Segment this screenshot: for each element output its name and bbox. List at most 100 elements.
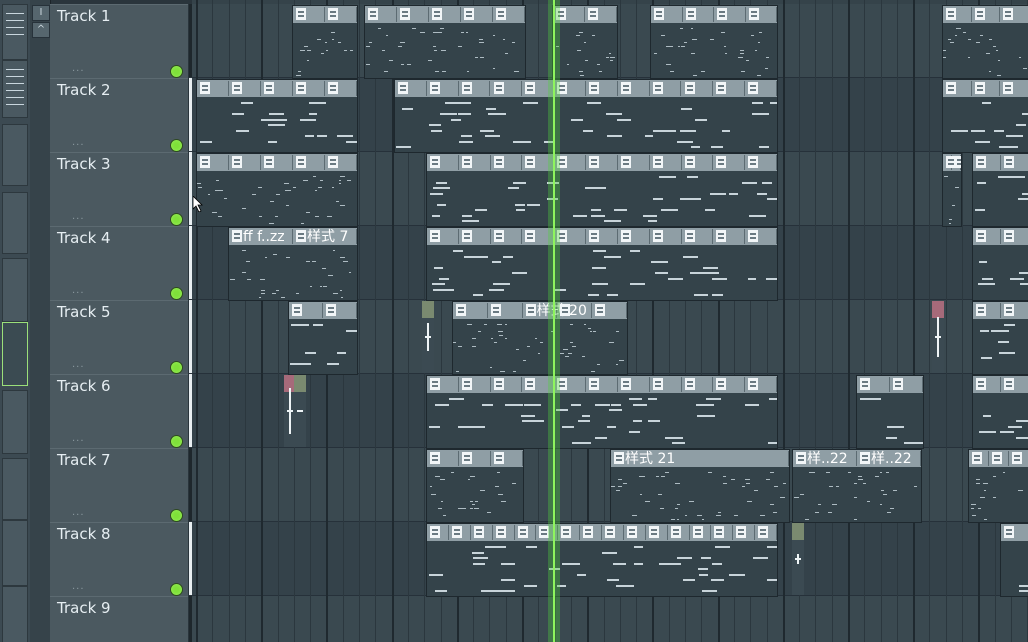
clip-segment[interactable] (459, 81, 491, 96)
track-header[interactable]: Track 5... (50, 300, 188, 375)
audio-clip[interactable] (422, 301, 434, 373)
pattern-clip[interactable] (856, 375, 924, 449)
clip-segment[interactable] (713, 155, 746, 170)
clip-header[interactable] (427, 228, 777, 245)
clip-segment[interactable] (325, 7, 357, 22)
pattern-clip[interactable] (288, 301, 358, 375)
clip-segment[interactable] (427, 525, 449, 540)
clip-segment[interactable] (1001, 525, 1028, 540)
track-header[interactable]: Track 7... (50, 448, 188, 523)
pattern-thumbnail[interactable] (2, 586, 28, 642)
clip-segment[interactable] (289, 303, 323, 318)
clip-segment[interactable] (745, 155, 777, 170)
clip-segment[interactable] (972, 81, 1001, 96)
clip-segment[interactable] (973, 377, 1001, 392)
track-header[interactable]: Track 6... (50, 374, 188, 449)
clip-segment[interactable] (618, 155, 650, 170)
pattern-clip[interactable] (394, 79, 778, 153)
pattern-clip[interactable]: 样式 21 (610, 449, 790, 523)
pattern-clip[interactable] (972, 227, 1028, 301)
track-header[interactable]: Track 9... (50, 596, 188, 642)
clip-segment[interactable] (261, 81, 293, 96)
pattern-clip[interactable] (552, 5, 618, 79)
clip-segment[interactable] (293, 7, 325, 22)
pattern-clip[interactable] (650, 5, 778, 79)
clip-segment[interactable] (585, 7, 617, 22)
clip-segment[interactable] (293, 81, 325, 96)
clip-header[interactable] (973, 302, 1028, 319)
clip-segment[interactable] (682, 155, 714, 170)
clip-header[interactable] (973, 154, 1028, 171)
clip-segment[interactable] (714, 7, 746, 22)
clip-segment[interactable] (427, 451, 459, 466)
clip-header[interactable] (1001, 524, 1028, 541)
clip-header[interactable] (857, 376, 923, 393)
pattern-clip[interactable] (426, 227, 778, 301)
clip-header[interactable] (943, 80, 1028, 97)
track-header[interactable]: Track 3... (50, 152, 188, 227)
clip-segment[interactable] (973, 229, 1001, 244)
clip-segment[interactable] (491, 155, 523, 170)
audio-clip[interactable] (294, 375, 306, 447)
clip-segment[interactable] (586, 229, 618, 244)
pattern-clip[interactable]: 样式 20 (452, 301, 628, 375)
clip-segment[interactable] (261, 155, 293, 170)
clip-segment[interactable] (745, 81, 777, 96)
vertical-scrollbar[interactable]: I ^ (30, 0, 51, 642)
pattern-thumbnail[interactable] (2, 520, 28, 586)
clip-segment[interactable] (493, 525, 515, 540)
track-mute-led-icon[interactable] (170, 287, 183, 300)
clip-segment[interactable]: 样..22 (793, 451, 857, 467)
clip-segment[interactable] (618, 229, 650, 244)
audio-clip[interactable] (932, 301, 944, 373)
clip-segment[interactable] (197, 155, 229, 170)
clip-segment[interactable] (488, 303, 523, 318)
audio-clip[interactable] (792, 523, 804, 595)
pattern-clip[interactable] (942, 153, 962, 227)
clip-segment[interactable] (229, 155, 261, 170)
clip-segment[interactable] (580, 525, 602, 540)
pattern-clip[interactable] (426, 449, 524, 523)
clip-segment[interactable] (427, 155, 459, 170)
clip-segment[interactable] (733, 525, 756, 540)
clip-segment[interactable] (459, 377, 491, 392)
pattern-clip[interactable] (972, 375, 1028, 449)
clip-header[interactable] (293, 6, 357, 23)
clip-segment[interactable] (1001, 229, 1028, 244)
track-mute-led-icon[interactable] (170, 65, 183, 78)
track-mute-led-icon[interactable] (170, 509, 183, 522)
clip-segment[interactable] (618, 81, 650, 96)
pattern-thumbnail[interactable] (2, 458, 28, 520)
clip-segment[interactable] (449, 525, 471, 540)
clip-segment[interactable] (229, 81, 261, 96)
pattern-clip[interactable] (196, 153, 358, 227)
track-header[interactable]: Track 8... (50, 522, 188, 597)
clip-segment[interactable] (427, 377, 459, 392)
pattern-thumbnail[interactable] (2, 124, 28, 186)
clip-segment[interactable] (943, 81, 972, 96)
pattern-thumbnail[interactable] (2, 258, 28, 322)
pattern-clip[interactable] (942, 5, 1028, 79)
pattern-clip[interactable] (972, 153, 1028, 227)
clip-segment[interactable] (952, 155, 961, 170)
pattern-clip[interactable] (426, 523, 778, 597)
track-mute-led-icon[interactable] (170, 139, 183, 152)
pattern-clip[interactable]: 样..22 样..22 (792, 449, 922, 523)
clip-segment[interactable] (969, 451, 989, 466)
clip-header[interactable] (651, 6, 777, 23)
clip-segment[interactable] (459, 229, 491, 244)
clip-segment[interactable] (745, 377, 777, 392)
clip-segment[interactable] (668, 525, 690, 540)
clip-header[interactable] (943, 154, 961, 171)
clip-segment[interactable]: 样式 21 (611, 451, 789, 467)
clip-segment[interactable] (618, 377, 650, 392)
scroll-up-button[interactable]: ^ (32, 22, 50, 38)
clip-segment[interactable] (650, 377, 682, 392)
clip-segment[interactable] (461, 7, 493, 22)
clip-header[interactable] (973, 228, 1028, 245)
clip-segment[interactable] (682, 377, 714, 392)
pattern-clip[interactable] (364, 5, 526, 79)
pattern-clip[interactable] (968, 449, 1028, 523)
clip-header[interactable] (427, 450, 523, 467)
clip-segment[interactable] (857, 377, 890, 392)
